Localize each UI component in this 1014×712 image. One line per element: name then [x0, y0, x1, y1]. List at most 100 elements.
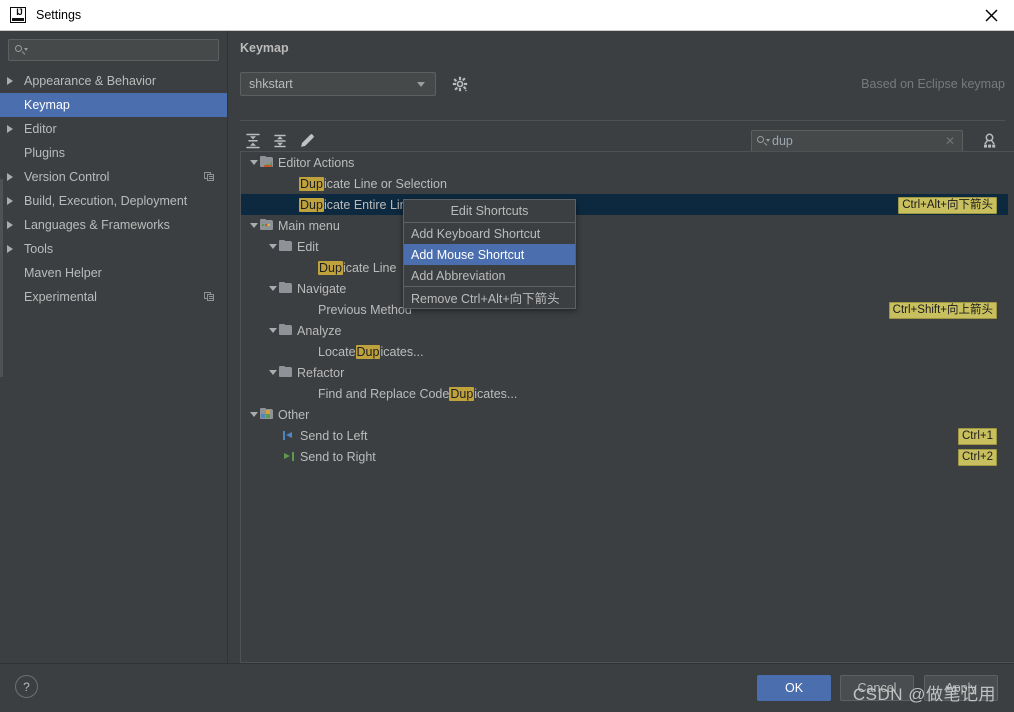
tree-scrollbar[interactable] — [1008, 152, 1014, 662]
keymap-filter-box[interactable]: dup ✕ — [751, 130, 963, 152]
chevron-right-icon[interactable] — [7, 77, 20, 85]
sidebar-item-plugins[interactable]: Plugins — [0, 141, 227, 165]
main-menu-folder-icon — [259, 219, 274, 232]
table-row[interactable]: Other — [241, 404, 1014, 425]
keymap-tree[interactable]: Editor Actions Dup icate Line or Selectio… — [240, 151, 1014, 663]
tree-row-label-post: icates... — [474, 386, 518, 401]
sidebar-item-editor[interactable]: Editor — [0, 117, 227, 141]
table-row[interactable]: Dup icate Entire Lines Ctrl+Alt+向下箭头 — [241, 194, 1014, 215]
shortcut-badge[interactable]: Ctrl+Shift+向上箭头 — [888, 302, 997, 319]
clear-x-icon[interactable]: ✕ — [945, 134, 957, 148]
sidebar-search-box[interactable] — [8, 39, 219, 61]
chevron-down-icon[interactable] — [267, 367, 278, 378]
based-on-label: Based on Eclipse keymap — [861, 77, 1005, 91]
tree-row-label: Editor Actions — [278, 155, 355, 170]
table-row[interactable]: Edit — [241, 236, 1014, 257]
shortcut-badge[interactable]: Ctrl+Alt+向下箭头 — [898, 197, 997, 214]
table-row[interactable]: Locate Dup icates... — [241, 341, 1014, 362]
folder-icon — [278, 282, 293, 295]
menu-item-add-keyboard-shortcut[interactable]: Add Keyboard Shortcut — [404, 223, 575, 244]
keymap-filter-input[interactable]: dup — [770, 134, 945, 148]
ok-button[interactable]: OK — [757, 675, 831, 701]
keymap-selector-row: shkstart Based on Eclipse keymap — [240, 72, 1005, 100]
sidebar-scrollbar[interactable] — [0, 179, 3, 377]
match-highlight: Dup — [299, 197, 324, 212]
sidebar-search-wrap — [0, 31, 227, 67]
help-button[interactable]: ? — [15, 675, 38, 698]
search-icon — [15, 44, 28, 56]
find-action-icon[interactable] — [979, 130, 1001, 152]
search-icon — [757, 135, 770, 147]
tree-row-label: Navigate — [297, 281, 347, 296]
sidebar-item-label: Build, Execution, Deployment — [24, 194, 188, 208]
sidebar-item-label: Languages & Frameworks — [24, 218, 170, 232]
sidebar-item-keymap[interactable]: Keymap — [0, 93, 227, 117]
chevron-right-icon[interactable] — [7, 197, 20, 205]
match-highlight: Dup — [299, 176, 324, 191]
table-row[interactable]: Refactor — [241, 362, 1014, 383]
chevron-right-icon[interactable] — [7, 221, 20, 229]
menu-item-add-abbreviation[interactable]: Add Abbreviation — [404, 265, 575, 286]
table-row[interactable]: Previous Method Ctrl+Shift+向上箭头 — [241, 299, 1014, 320]
chevron-down-icon[interactable] — [267, 283, 278, 294]
sidebar-item-label: Appearance & Behavior — [24, 74, 157, 88]
apply-button[interactable]: Apply — [924, 675, 998, 701]
panel-divider — [240, 120, 1005, 121]
sidebar-item-tools[interactable]: Tools — [0, 237, 227, 261]
keymap-select[interactable]: shkstart — [240, 72, 436, 96]
sidebar-item-appearance-behavior[interactable]: Appearance & Behavior — [0, 69, 227, 93]
table-row[interactable]: Send to Left Ctrl+1 — [241, 425, 1014, 446]
keymap-select-value: shkstart — [249, 77, 293, 91]
table-row[interactable]: Send to Right Ctrl+2 — [241, 446, 1014, 467]
menu-item-remove-shortcut[interactable]: Remove Ctrl+Alt+向下箭头 — [404, 287, 575, 308]
close-icon[interactable] — [968, 0, 1014, 30]
table-row[interactable]: Editor Actions — [241, 152, 1014, 173]
chevron-down-icon[interactable] — [248, 157, 259, 168]
keymap-tree-rows: Editor Actions Dup icate Line or Selectio… — [241, 152, 1014, 662]
tree-row-label: Refactor — [297, 365, 345, 380]
shortcut-badge[interactable]: Ctrl+1 — [958, 428, 997, 445]
editor-actions-folder-icon — [259, 156, 274, 169]
sidebar-item-experimental[interactable]: Experimental — [0, 285, 227, 309]
folder-icon — [278, 324, 293, 337]
table-row[interactable]: Main menu — [241, 215, 1014, 236]
chevron-down-icon[interactable] — [267, 325, 278, 336]
tree-row-label: Send to Right — [300, 449, 376, 464]
sidebar-item-maven-helper[interactable]: Maven Helper — [0, 261, 227, 285]
expand-all-icon[interactable] — [242, 130, 264, 152]
tree-row-label: Send to Left — [300, 428, 368, 443]
sidebar-item-label: Tools — [24, 242, 54, 256]
gear-icon[interactable] — [451, 75, 469, 93]
shortcut-badge[interactable]: Ctrl+2 — [958, 449, 997, 466]
chevron-right-icon[interactable] — [7, 245, 20, 253]
pencil-edit-icon[interactable] — [296, 130, 318, 152]
copy-settings-icon[interactable] — [204, 172, 215, 182]
collapse-all-icon[interactable] — [269, 130, 291, 152]
cancel-button[interactable]: Cancel — [840, 675, 914, 701]
sidebar-nav-list: Appearance & Behavior Keymap Editor Plug… — [0, 69, 227, 309]
other-folder-icon — [259, 408, 274, 421]
tree-row-label-pre: Locate — [318, 344, 356, 359]
chevron-down-icon[interactable] — [267, 241, 278, 252]
match-highlight: Dup — [318, 260, 343, 275]
tree-row-label-post: icates... — [380, 344, 424, 359]
edit-shortcuts-context-menu: Edit Shortcuts Add Keyboard Shortcut Add… — [403, 199, 576, 309]
sidebar-item-build-execution-deployment[interactable]: Build, Execution, Deployment — [0, 189, 227, 213]
sidebar-item-languages-frameworks[interactable]: Languages & Frameworks — [0, 213, 227, 237]
chevron-right-icon[interactable] — [7, 173, 20, 181]
chevron-right-icon[interactable] — [7, 125, 20, 133]
table-row[interactable]: Find and Replace Code Dup icates... — [241, 383, 1014, 404]
table-row[interactable]: Dup icate Line — [241, 257, 1014, 278]
table-row[interactable]: Navigate — [241, 278, 1014, 299]
chevron-down-icon[interactable] — [248, 220, 259, 231]
table-row[interactable]: Analyze — [241, 320, 1014, 341]
tree-row-label: Analyze — [297, 323, 342, 338]
table-row[interactable]: Dup icate Line or Selection — [241, 173, 1014, 194]
copy-settings-icon[interactable] — [204, 292, 215, 302]
chevron-down-icon[interactable] — [248, 409, 259, 420]
sidebar-item-version-control[interactable]: Version Control — [0, 165, 227, 189]
send-to-right-icon — [281, 450, 296, 463]
tree-row-label: Other — [278, 407, 310, 422]
tree-row-label-pre: Find and Replace Code — [318, 386, 450, 401]
menu-item-add-mouse-shortcut[interactable]: Add Mouse Shortcut — [404, 244, 575, 265]
